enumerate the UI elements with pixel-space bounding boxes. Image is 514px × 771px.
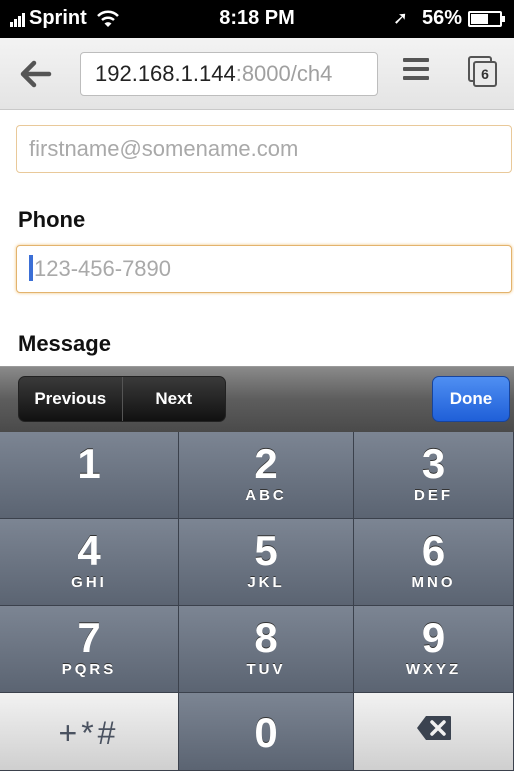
- menu-icon[interactable]: [403, 58, 429, 88]
- url-host: 192.168.1.144: [95, 61, 236, 86]
- key-4[interactable]: 4 GHI: [0, 519, 179, 606]
- battery-percent: 56%: [421, 7, 462, 29]
- page-content: firstname@somename.com Phone 123-456-789…: [0, 111, 514, 366]
- previous-button[interactable]: Previous: [19, 377, 122, 421]
- url-path: :8000/ch4: [235, 61, 333, 86]
- tabs-icon[interactable]: 6: [468, 56, 498, 88]
- prev-next-control: Previous Next: [18, 376, 226, 422]
- back-arrow-icon[interactable]: [18, 56, 54, 92]
- keyboard-accessory-bar: Previous Next Done: [0, 366, 514, 432]
- text-caret: [29, 255, 33, 282]
- key-9[interactable]: 9 WXYZ: [354, 606, 514, 693]
- key-1[interactable]: 1: [0, 432, 179, 519]
- key-2[interactable]: 2 ABC: [179, 432, 354, 519]
- message-label: Message: [18, 331, 111, 356]
- backspace-icon: [416, 716, 451, 740]
- done-button[interactable]: Done: [432, 376, 510, 422]
- phone-placeholder: 123-456-7890: [34, 256, 172, 281]
- browser-toolbar: 192.168.1.144:8000/ch4 6: [0, 38, 514, 110]
- key-3[interactable]: 3 DEF: [354, 432, 514, 519]
- location-arrow-icon: ➚: [392, 8, 408, 28]
- key-0[interactable]: 0: [179, 693, 354, 771]
- status-right: ➚ 56%: [392, 7, 505, 30]
- key-5[interactable]: 5 JKL: [179, 519, 354, 606]
- phone-label: Phone: [18, 207, 86, 232]
- numeric-keypad: 1 2 ABC 3 DEF 4 GHI 5 JKL 6 MNO 7 PQRS 8 TUV 9W…: [0, 432, 514, 771]
- address-bar[interactable]: 192.168.1.144:8000/ch4: [80, 52, 378, 96]
- battery-icon: [468, 10, 505, 27]
- status-bar: Sprint 8:18 PM ➚ 56%: [0, 0, 514, 38]
- key-6[interactable]: 6 MNO: [354, 519, 514, 606]
- key-8[interactable]: 8 TUV: [179, 606, 354, 693]
- phone-field[interactable]: 123-456-7890: [16, 245, 512, 293]
- key-7[interactable]: 7 PQRS: [0, 606, 179, 693]
- delete-key[interactable]: [354, 693, 514, 771]
- key-symbols[interactable]: +*#: [0, 693, 179, 771]
- next-button[interactable]: Next: [121, 377, 226, 421]
- email-field[interactable]: firstname@somename.com: [16, 125, 512, 173]
- tab-count: 6: [473, 61, 497, 87]
